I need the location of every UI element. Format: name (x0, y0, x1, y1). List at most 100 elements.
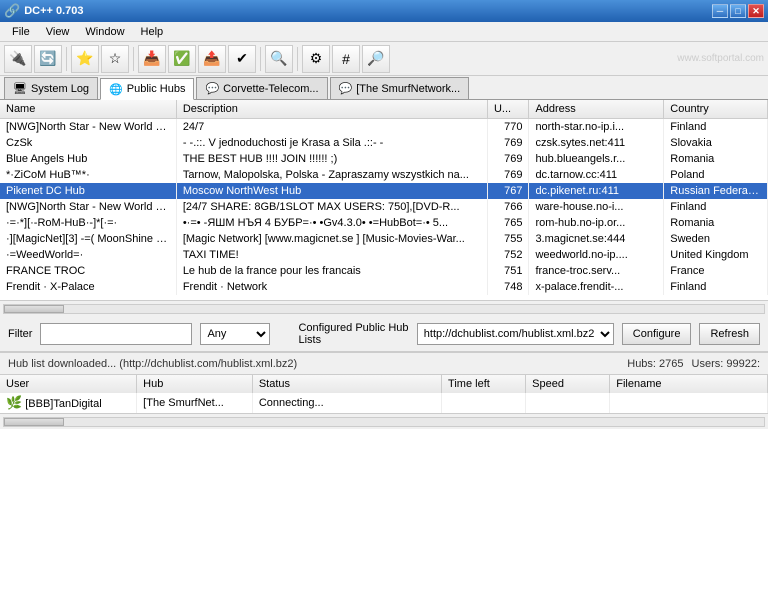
menu-bar: FileViewWindowHelp (0, 22, 768, 42)
hub-status-bar: Hub list downloaded... (http://dchublist… (0, 352, 768, 374)
refresh-button[interactable]: 🔄 (34, 45, 62, 73)
hub-address: 3.magicnet.se:444 (529, 231, 664, 247)
tab-smurf[interactable]: 💬 [The SmurfNetwork... (330, 77, 470, 99)
toolbar-separator-1 (66, 47, 67, 71)
menu-item-file[interactable]: File (4, 24, 38, 40)
title-bar: 🔗 DC++ 0.703 ─ □ ✕ (0, 0, 768, 22)
hub-name: ·=WeedWorld=· (0, 247, 176, 263)
downloads-table: User Hub Status Time left Speed Filename… (0, 375, 768, 413)
col-header-user[interactable]: User (0, 375, 137, 393)
hub-name: FRANCE TROC (0, 263, 176, 279)
toolbar: 🔌 🔄 ⭐ ☆ 📥 ✅ 📤 ✔ 🔍 ⚙ # 🔎 www.softportal.c… (0, 42, 768, 76)
hub-hscroll[interactable] (0, 300, 768, 316)
finished-downloads-button[interactable]: ✅ (168, 45, 196, 73)
hub-country: Romania (664, 215, 768, 231)
hub-name: ·=·*][·-RoM-HuB·-]*[·=· (0, 215, 176, 231)
hub-table-row[interactable]: Frendit · X-Palace Frendit · Network 748… (0, 279, 768, 295)
hub-table-row[interactable]: Pikenet DC Hub Moscow NorthWest Hub 767 … (0, 183, 768, 199)
hub-table-row[interactable]: CzSk - -.::. V jednoduchosti je Krasa a … (0, 135, 768, 151)
downloads-body: 🌿 [BBB]TanDigital [The SmurfNet... Conne… (0, 393, 768, 413)
tab-system-log[interactable]: 🖥 System Log (4, 77, 98, 99)
close-button[interactable]: ✕ (748, 4, 764, 18)
minimize-button[interactable]: ─ (712, 4, 728, 18)
hub-country: United Kingdom (664, 247, 768, 263)
hub-table-row[interactable]: FRANCE TROC Le hub de la france pour les… (0, 263, 768, 279)
hub-country: France (664, 263, 768, 279)
hub-count: Hubs: 2765 (627, 358, 683, 370)
hub-name: Blue Angels Hub (0, 151, 176, 167)
hub-users: 769 (487, 135, 528, 151)
connect-button[interactable]: 🔌 (4, 45, 32, 73)
hub-country: Finland (664, 119, 768, 136)
tab-public-hubs[interactable]: 🌐 Public Hubs (100, 78, 194, 100)
col-header-status[interactable]: Status (252, 375, 441, 393)
upload-queue-button[interactable]: 📤 (198, 45, 226, 73)
hub-url-select[interactable]: http://dchublist.com/hublist.xml.bz2 (417, 323, 614, 345)
favorites-button[interactable]: ⭐ (71, 45, 99, 73)
download-status: Connecting... (252, 393, 441, 413)
app-title: DC++ 0.703 (24, 5, 83, 17)
hub-table: Name Description U... Address Country [N… (0, 100, 768, 295)
filter-input[interactable] (40, 323, 192, 345)
download-row[interactable]: 🌿 [BBB]TanDigital [The SmurfNet... Conne… (0, 393, 768, 413)
col-header-address[interactable]: Address (529, 100, 664, 119)
col-header-timeleft[interactable]: Time left (442, 375, 526, 393)
user-count: Users: 99922: (692, 358, 760, 370)
app-icon: 🔗 (4, 3, 20, 19)
corvette-icon: 💬 (205, 82, 219, 95)
hub-table-row[interactable]: [NWG]North Star - New World Genera... [2… (0, 199, 768, 215)
tab-bar: 🖥 System Log 🌐 Public Hubs 💬 Corvette-Te… (0, 76, 768, 100)
settings-button[interactable]: ⚙ (302, 45, 330, 73)
download-queue-button[interactable]: 📥 (138, 45, 166, 73)
hub-table-row[interactable]: ·=·*][·-RoM-HuB·-]*[·=· •·=• -ЯШМ НЪЯ 4 … (0, 215, 768, 231)
downloads-hscroll-thumb[interactable] (4, 418, 64, 426)
hub-hscroll-thumb[interactable] (4, 305, 64, 313)
hash-button[interactable]: # (332, 45, 360, 73)
window-controls: ─ □ ✕ (712, 4, 764, 18)
hub-users: 766 (487, 199, 528, 215)
col-header-users[interactable]: U... (487, 100, 528, 119)
maximize-button[interactable]: □ (730, 4, 746, 18)
configure-button[interactable]: Configure (622, 323, 692, 345)
search-button[interactable]: 🔎 (362, 45, 390, 73)
hub-description: Tarnow, Malopolska, Polska - Zapraszamy … (176, 167, 487, 183)
hub-table-row[interactable]: Blue Angels Hub THE BEST HUB !!!! JOIN !… (0, 151, 768, 167)
tab-corvette[interactable]: 💬 Corvette-Telecom... (196, 77, 327, 99)
col-header-speed[interactable]: Speed (526, 375, 610, 393)
hub-address: x-palace.frendit-... (529, 279, 664, 295)
hub-users: 755 (487, 231, 528, 247)
col-header-filename[interactable]: Filename (610, 375, 768, 393)
filter-bar: Filter Any Name Description Users Addres… (0, 316, 768, 352)
watermark-toolbar: www.softportal.com (677, 53, 764, 64)
finished-uploads-button[interactable]: ✔ (228, 45, 256, 73)
filter-type-select[interactable]: Any Name Description Users Address Count… (200, 323, 270, 345)
refresh-hublist-button[interactable]: Refresh (699, 323, 760, 345)
hub-address: rom-hub.no-ip.or... (529, 215, 664, 231)
hub-table-row[interactable]: ·][MagicNet][3] -=( MoonShine )=- [Magic… (0, 231, 768, 247)
fav-hubs-button[interactable]: ☆ (101, 45, 129, 73)
col-header-description[interactable]: Description (176, 100, 487, 119)
hub-name: [NWG]North Star - New World Genera... (0, 119, 176, 136)
hub-address: weedworld.no-ip.... (529, 247, 664, 263)
hub-description: THE BEST HUB !!!! JOIN !!!!!! ;) (176, 151, 487, 167)
spy-button[interactable]: 🔍 (265, 45, 293, 73)
menu-item-view[interactable]: View (38, 24, 78, 40)
hub-hscroll-track (3, 304, 765, 314)
menu-item-window[interactable]: Window (77, 24, 132, 40)
downloads-hscroll-track (3, 417, 765, 427)
hub-table-scroll[interactable]: Name Description U... Address Country [N… (0, 100, 768, 300)
hub-name: ·][MagicNet][3] -=( MoonShine )=- (0, 231, 176, 247)
hub-table-row[interactable]: [NWG]North Star - New World Genera... 24… (0, 119, 768, 136)
hub-table-row[interactable]: *·ZiCoM HuB™*· Tarnow, Malopolska, Polsk… (0, 167, 768, 183)
download-icon: 🌿 (6, 395, 22, 410)
hub-address: north-star.no-ip.i... (529, 119, 664, 136)
hub-country: Slovakia (664, 135, 768, 151)
col-header-country[interactable]: Country (664, 100, 768, 119)
col-header-hub[interactable]: Hub (137, 375, 253, 393)
app-window: 🔗 DC++ 0.703 ─ □ ✕ FileViewWindowHelp 🔌 … (0, 0, 768, 605)
downloads-hscroll[interactable] (0, 413, 768, 429)
col-header-name[interactable]: Name (0, 100, 176, 119)
menu-item-help[interactable]: Help (133, 24, 172, 40)
hub-description: [Magic Network] [www.magicnet.se ] [Musi… (176, 231, 487, 247)
hub-table-row[interactable]: ·=WeedWorld=· TAXI TIME! 752 weedworld.n… (0, 247, 768, 263)
